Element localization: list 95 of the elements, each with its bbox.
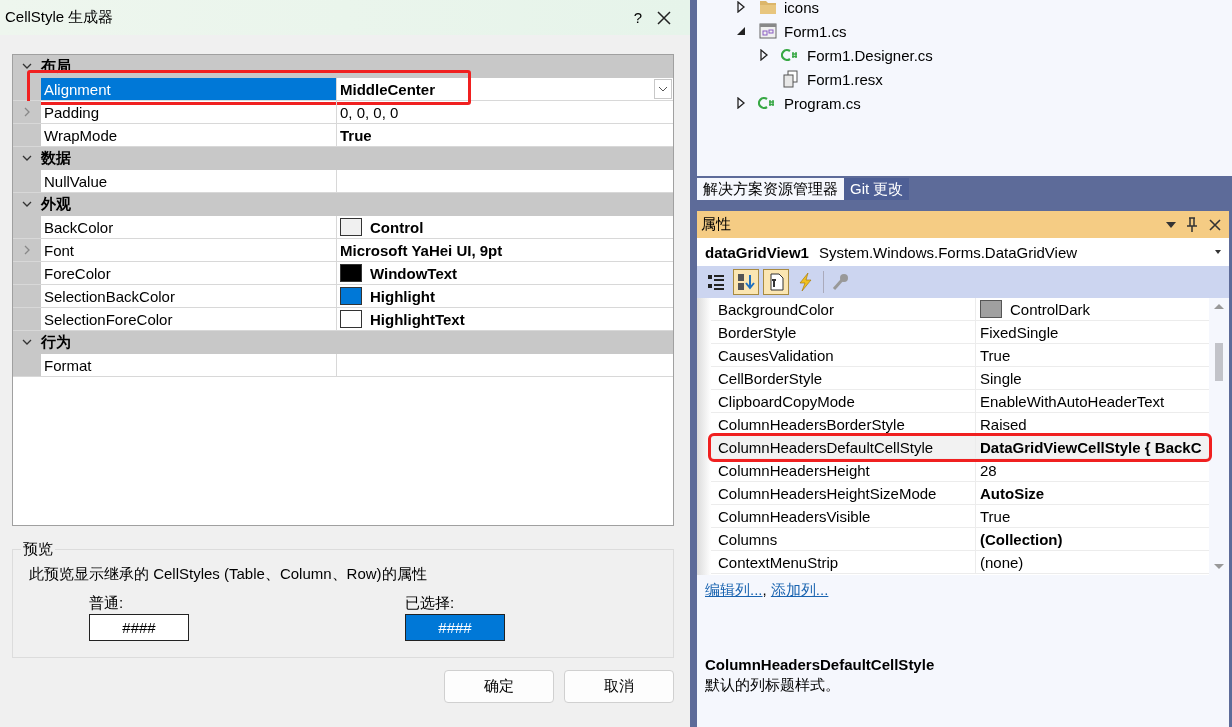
object-name[interactable]: dataGridView1 <box>705 243 809 261</box>
property-name[interactable]: SelectionBackColor <box>41 285 337 307</box>
property-name[interactable]: Font <box>41 239 337 261</box>
scrollbar-thumb[interactable] <box>1215 342 1223 381</box>
property-value[interactable]: 28 <box>980 461 997 479</box>
expand-icon[interactable] <box>735 1 747 13</box>
property-value[interactable]: (none) <box>980 553 1024 571</box>
sample-cell: #### <box>89 614 189 641</box>
panel-tab[interactable]: 解决方案资源管理器 <box>697 178 844 200</box>
pin-icon[interactable] <box>1185 216 1199 233</box>
property-name[interactable]: WrapMode <box>41 124 337 146</box>
expand-icon[interactable] <box>735 97 747 109</box>
property-value[interactable]: DataGridViewCellStyle { BackC <box>980 438 1202 456</box>
property-value[interactable]: Highlight <box>370 287 435 305</box>
property-name[interactable]: Format <box>41 354 337 376</box>
dropdown-icon[interactable] <box>1165 220 1177 229</box>
property-name[interactable]: Columns <box>711 528 976 550</box>
tree-item[interactable]: Form1.resx <box>807 70 883 88</box>
scrollbar[interactable] <box>1209 298 1229 575</box>
expand-icon[interactable] <box>758 49 770 61</box>
folder-icon <box>758 0 778 17</box>
property-value[interactable]: True <box>980 346 1011 364</box>
property-value[interactable]: Single <box>980 369 1022 387</box>
group-title: 预览 <box>22 540 54 559</box>
property-value[interactable]: Raised <box>980 415 1027 433</box>
property-value[interactable]: FixedSingle <box>980 323 1059 341</box>
toolbar-button[interactable] <box>763 269 789 295</box>
category-header: 外观 <box>41 194 71 214</box>
help-button[interactable]: ? <box>633 9 642 26</box>
property-name[interactable]: ColumnHeadersVisible <box>711 505 976 527</box>
wrench-icon <box>831 272 851 292</box>
tree-item[interactable]: Form1.cs <box>784 22 847 40</box>
property-name[interactable]: BackgroundColor <box>711 298 976 320</box>
preview-description: 此预览显示继承的 CellStyles (Table、Column、Row)的属性 <box>29 565 428 584</box>
dialog-button[interactable]: 取消 <box>564 670 674 703</box>
tree-item[interactable]: Form1.Designer.cs <box>807 46 933 64</box>
property-name[interactable]: SelectionForeColor <box>41 308 337 330</box>
description-title: ColumnHeadersDefaultCellStyle <box>705 656 936 673</box>
collapse-icon[interactable] <box>735 25 747 37</box>
link[interactable]: 编辑列... <box>705 581 763 600</box>
property-name[interactable]: ContextMenuStrip <box>711 551 976 573</box>
sort-icon <box>736 272 756 292</box>
property-value[interactable]: True <box>980 507 1011 525</box>
property-name[interactable]: BackColor <box>41 216 337 238</box>
property-value[interactable]: MiddleCenter <box>340 80 435 98</box>
sample-label: 已选择: <box>405 594 456 613</box>
collapse-icon[interactable] <box>22 199 32 209</box>
collapse-icon[interactable] <box>22 61 32 71</box>
window-title: CellStyle 生成器 <box>5 8 115 27</box>
object-type[interactable]: System.Windows.Forms.DataGridView <box>818 243 1203 261</box>
property-name[interactable]: ColumnHeadersHeight <box>711 459 976 481</box>
property-value[interactable]: HighlightText <box>370 310 465 328</box>
scroll-down-icon[interactable] <box>1213 563 1225 571</box>
form-icon <box>758 21 778 41</box>
property-value[interactable]: (Collection) <box>980 530 1063 548</box>
property-name[interactable]: NullValue <box>41 170 337 192</box>
property-value[interactable]: WindowText <box>370 264 458 282</box>
tree-item[interactable]: Program.cs <box>784 94 861 112</box>
collapse-icon[interactable] <box>22 337 32 347</box>
property-value[interactable]: AutoSize <box>980 484 1045 502</box>
collapse-icon[interactable] <box>22 153 32 163</box>
property-value[interactable]: Control <box>370 218 424 236</box>
property-value[interactable]: Microsoft YaHei UI, 9pt <box>340 241 503 259</box>
sample-cell: #### <box>405 614 505 641</box>
tree-item[interactable]: icons <box>784 0 820 16</box>
property-name[interactable]: ColumnHeadersHeightSizeMode <box>711 482 976 504</box>
caret-icon <box>658 86 668 92</box>
property-name[interactable]: ColumnHeadersDefaultCellStyle <box>711 436 976 458</box>
scroll-up-icon[interactable] <box>1213 302 1225 310</box>
property-name[interactable]: Alignment <box>41 78 337 100</box>
property-name[interactable]: BorderStyle <box>711 321 976 343</box>
description-text: 默认的列标题样式。 <box>705 676 841 695</box>
separator-text: , <box>762 581 768 600</box>
property-name[interactable]: CausesValidation <box>711 344 976 366</box>
sample-label: 普通: <box>89 594 125 613</box>
property-value[interactable]: 0, 0, 0, 0 <box>340 103 399 121</box>
property-name[interactable]: Padding <box>41 101 337 123</box>
resource-file-icon <box>781 69 801 89</box>
property-name[interactable]: ForeColor <box>41 262 337 284</box>
property-value[interactable]: True <box>340 126 372 144</box>
category-header: 数据 <box>41 148 71 168</box>
categorized-icon <box>706 272 726 292</box>
close-icon[interactable] <box>1207 216 1223 233</box>
toolbar-button[interactable] <box>733 269 759 295</box>
property-name[interactable]: CellBorderStyle <box>711 367 976 389</box>
link[interactable]: 添加列... <box>770 581 829 600</box>
panel-tab[interactable]: Git 更改 <box>844 178 910 200</box>
dialog-button[interactable]: 确定 <box>444 670 554 703</box>
property-name[interactable]: ClipboardCopyMode <box>711 390 976 412</box>
dropdown-button[interactable] <box>654 79 672 99</box>
property-value[interactable]: ControlDark <box>1010 300 1091 318</box>
panel-title: 属性 <box>701 215 732 234</box>
category-header: 行为 <box>41 332 71 352</box>
dropdown-icon[interactable] <box>1213 249 1223 255</box>
property-value[interactable]: EnableWithAutoHeaderText <box>980 392 1165 410</box>
